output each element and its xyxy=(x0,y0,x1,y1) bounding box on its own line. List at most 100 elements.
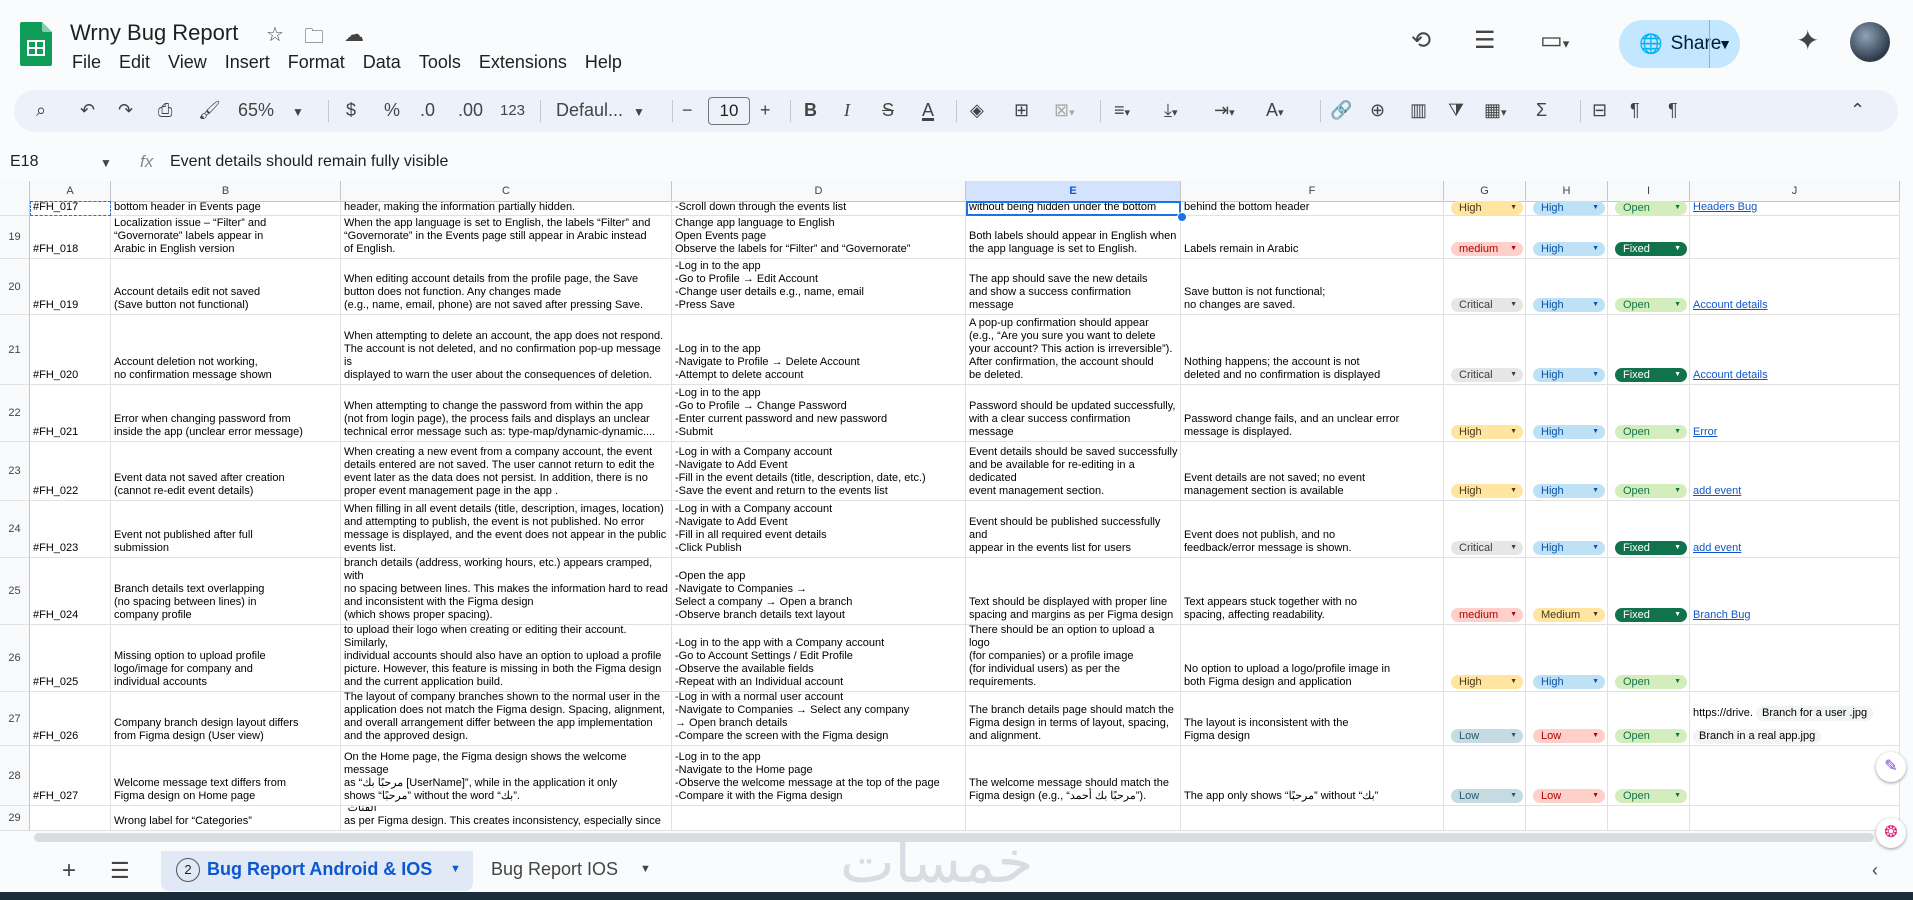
cell-desc[interactable]: In the Home page, the section is labeled… xyxy=(341,806,672,831)
decrease-decimal-button[interactable]: .0 xyxy=(420,100,435,121)
severity-chip[interactable]: Critical xyxy=(1451,368,1523,382)
row-header[interactable]: 25 xyxy=(0,558,30,625)
menu-extensions[interactable]: Extensions xyxy=(479,50,577,75)
cell-actual[interactable] xyxy=(1181,806,1444,831)
cell-steps[interactable]: -Log in with a Company account -Navigate… xyxy=(672,442,966,501)
print-icon[interactable]: ⎙ xyxy=(158,100,172,121)
priority-chip[interactable]: Low xyxy=(1533,789,1605,803)
cell-priority[interactable]: High xyxy=(1526,259,1608,315)
cell-priority[interactable]: Low xyxy=(1526,692,1608,746)
rtl-direction-icon[interactable]: ¶ xyxy=(1668,100,1678,121)
cell-severity[interactable]: High xyxy=(1444,625,1526,692)
priority-chip[interactable]: High xyxy=(1533,675,1605,689)
cell-actual[interactable]: behind the bottom header xyxy=(1181,201,1444,216)
cell-title[interactable]: Welcome message text differs from Figma … xyxy=(111,746,341,806)
priority-chip[interactable]: High xyxy=(1533,201,1605,215)
cell-steps[interactable]: -Log in to the app -Go to Profile → Edit… xyxy=(672,259,966,315)
cell-steps[interactable]: -Log in to the app -Navigate to the Home… xyxy=(672,746,966,806)
cell-id[interactable]: #FH_027 xyxy=(30,746,111,806)
status-chip[interactable]: Open xyxy=(1615,789,1687,803)
cell-desc[interactable]: When attempting to delete an account, th… xyxy=(341,315,672,385)
cell-status[interactable]: Open xyxy=(1608,259,1690,315)
cell-status[interactable]: Fixed xyxy=(1608,558,1690,625)
menu-file[interactable]: File xyxy=(72,50,111,75)
column-header-e[interactable]: E xyxy=(966,181,1181,201)
severity-chip[interactable]: High xyxy=(1451,201,1523,215)
attachment-link[interactable]: Account details xyxy=(1693,299,1897,312)
menu-view[interactable]: View xyxy=(168,50,217,75)
row-header[interactable]: 29 xyxy=(0,806,30,831)
sheets-logo-icon[interactable] xyxy=(20,22,52,66)
severity-chip[interactable]: Critical xyxy=(1451,541,1523,555)
cell-link[interactable]: https://drive. Branch for a user .jpg Bra… xyxy=(1690,692,1900,746)
cell-actual[interactable]: Event details are not saved; no event ma… xyxy=(1181,442,1444,501)
attachment-link[interactable]: Branch Bug xyxy=(1693,609,1897,622)
sheet-scroll-left-icon[interactable]: ‹ xyxy=(1872,860,1878,881)
cell-steps[interactable]: -Open the app -Navigate to Companies → S… xyxy=(672,558,966,625)
cell-title[interactable]: bottom header in Events page xyxy=(111,201,341,216)
cell-status[interactable] xyxy=(1608,806,1690,831)
cell-steps[interactable]: -Log in to the app with a Company accoun… xyxy=(672,625,966,692)
severity-chip[interactable]: High xyxy=(1451,484,1523,498)
cell-severity[interactable]: Low xyxy=(1444,746,1526,806)
cell-steps[interactable]: Change app language to English Open Even… xyxy=(672,216,966,259)
cell-expected[interactable]: Event should be published successfully a… xyxy=(966,501,1181,558)
more-formats-button[interactable]: 123 xyxy=(500,102,525,119)
cell-actual[interactable]: Password change fails, and an unclear er… xyxy=(1181,385,1444,442)
cell-expected[interactable]: The app should save the new details and … xyxy=(966,259,1181,315)
attachment-link[interactable]: add event xyxy=(1693,542,1897,555)
undo-icon[interactable]: ↶ xyxy=(80,100,95,121)
cell-expected[interactable]: Text should be displayed with proper lin… xyxy=(966,558,1181,625)
cell-expected[interactable]: The welcome message should match the Fig… xyxy=(966,746,1181,806)
share-dropdown-icon[interactable]: ▼ xyxy=(1709,20,1740,68)
attachment-link[interactable]: Headers Bug xyxy=(1693,201,1897,214)
cell-status[interactable]: Fixed xyxy=(1608,501,1690,558)
menu-data[interactable]: Data xyxy=(363,50,411,75)
cell-link[interactable]: Error xyxy=(1690,385,1900,442)
cell-actual[interactable]: Labels remain in Arabic xyxy=(1181,216,1444,259)
star-icon[interactable]: ☆ xyxy=(266,22,284,47)
cell-severity[interactable]: Critical xyxy=(1444,315,1526,385)
cell-desc[interactable]: When attempting to change the password f… xyxy=(341,385,672,442)
menu-tools[interactable]: Tools xyxy=(419,50,471,75)
status-chip[interactable]: Fixed xyxy=(1615,242,1687,256)
cell-actual[interactable]: Text appears stuck together with no spac… xyxy=(1181,558,1444,625)
text-rotation-icon[interactable]: A▾ xyxy=(1266,100,1284,121)
row-header[interactable]: 19 xyxy=(0,216,30,259)
severity-chip[interactable]: medium xyxy=(1451,242,1523,256)
cell-status[interactable]: Fixed xyxy=(1608,315,1690,385)
cell-severity[interactable]: Critical xyxy=(1444,501,1526,558)
vertical-align-icon[interactable]: ⤓▾ xyxy=(1164,100,1178,121)
priority-chip[interactable]: High xyxy=(1533,368,1605,382)
status-chip[interactable]: Fixed xyxy=(1615,541,1687,555)
cell-id[interactable] xyxy=(30,806,111,831)
cell-steps[interactable]: -Log in with a normal user account -Navi… xyxy=(672,692,966,746)
merge-cells-icon[interactable]: ⊠▾ xyxy=(1054,100,1075,121)
cell-actual[interactable]: Save button is not functional; no change… xyxy=(1181,259,1444,315)
menu-insert[interactable]: Insert xyxy=(225,50,280,75)
insert-link-icon[interactable]: 🔗 xyxy=(1330,100,1352,121)
menu-format[interactable]: Format xyxy=(288,50,355,75)
priority-chip[interactable]: Low xyxy=(1533,729,1605,743)
text-color-icon[interactable]: A xyxy=(922,100,934,121)
cell-id[interactable]: #FH_018 xyxy=(30,216,111,259)
cell-steps[interactable]: -Log in to the app -Navigate to Profile … xyxy=(672,315,966,385)
status-chip[interactable]: Open xyxy=(1615,675,1687,689)
redo-icon[interactable]: ↷ xyxy=(118,100,133,121)
paint-format-icon[interactable]: 🖌 xyxy=(198,100,221,121)
cell-id[interactable]: #FH_026 xyxy=(30,692,111,746)
cell-title[interactable]: Missing option to upload profile logo/im… xyxy=(111,625,341,692)
cell-severity[interactable] xyxy=(1444,806,1526,831)
name-box[interactable]: E18 xyxy=(10,153,38,171)
row-header[interactable]: 24 xyxy=(0,501,30,558)
ltr-direction-icon[interactable]: ¶ xyxy=(1630,100,1640,121)
priority-chip[interactable]: High xyxy=(1533,298,1605,312)
all-sheets-icon[interactable]: ☰ xyxy=(110,858,130,884)
cell-expected[interactable]: Password should be updated successfully,… xyxy=(966,385,1181,442)
cell-id[interactable]: #FH_017 xyxy=(30,201,111,216)
status-chip[interactable]: Open xyxy=(1615,729,1687,743)
priority-chip[interactable]: Medium xyxy=(1533,608,1605,622)
drive-url-text[interactable]: https://drive. xyxy=(1693,707,1753,719)
font-select[interactable]: Defaul... ▼ xyxy=(556,100,645,121)
sheet-tab-bug-report-ios[interactable]: Bug Report IOS xyxy=(491,859,618,880)
